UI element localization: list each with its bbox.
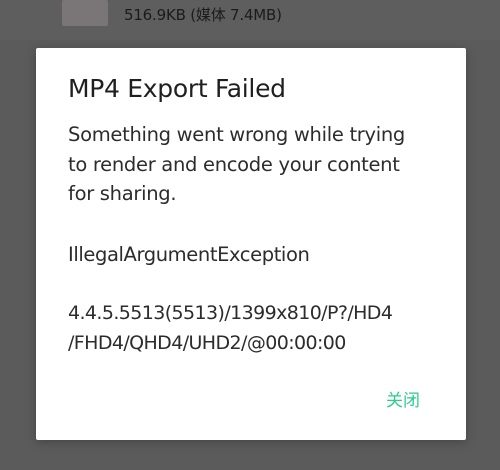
background-file-row: 516.9KB (媒体 7.4MB)	[0, 0, 500, 40]
close-button[interactable]: 关闭	[382, 384, 424, 413]
dialog-title: MP4 Export Failed	[68, 74, 286, 103]
export-error-dialog: MP4 Export Failed Something went wrong w…	[36, 48, 466, 440]
exception-name: IllegalArgumentException	[68, 243, 310, 266]
error-details: 4.4.5.5513(5513)/1399x810/P?/HD4 /FHD4/Q…	[68, 302, 393, 354]
file-size-label: 516.9KB (媒体 7.4MB)	[124, 6, 282, 24]
file-thumbnail	[62, 0, 108, 26]
dialog-message: Something went wrong while trying to ren…	[68, 123, 406, 206]
